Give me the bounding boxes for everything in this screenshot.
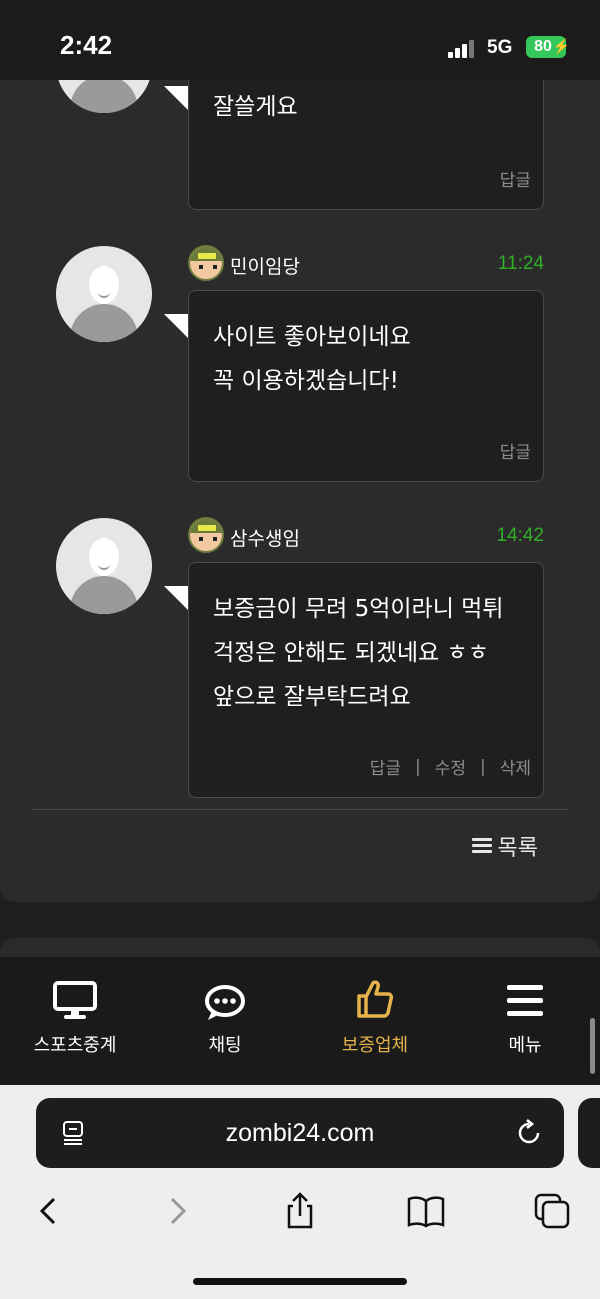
list-button-label: 목록 <box>497 836 538 861</box>
tabs-icon[interactable] <box>532 1191 572 1231</box>
browser-chrome: zombi24.com <box>0 1085 600 1299</box>
hamburger-menu-icon <box>507 985 543 1016</box>
url-text: zombi24.com <box>225 1119 375 1147</box>
address-bar[interactable]: zombi24.com <box>36 1098 564 1168</box>
back-icon[interactable] <box>30 1191 70 1231</box>
comment-line: 잘쓸게요 <box>213 94 298 120</box>
browser-toolbar <box>0 1185 600 1235</box>
monitor-icon <box>53 981 97 1019</box>
comments-panel: 잘쓸게요 답글 민이임당 11:24 사이트 좋아보이네요 꼭 이용하겠습니다!… <box>0 0 600 902</box>
home-indicator[interactable] <box>193 1278 407 1285</box>
next-tab-preview[interactable] <box>578 1098 600 1168</box>
reply-link[interactable]: 답글 <box>500 166 531 191</box>
comment-actions: 답글 <box>500 438 531 463</box>
nav-label: 보증업체 <box>341 1035 409 1056</box>
reload-icon[interactable] <box>514 1118 544 1148</box>
nav-menu[interactable]: 메뉴 <box>450 957 600 1085</box>
comment-line: 걱정은 안해도 되겠네요 ㅎㅎ <box>213 640 489 666</box>
bubble-tail <box>164 586 188 610</box>
signal-icon <box>448 38 478 58</box>
comment-actions: 답글 | 수정 | 삭제 <box>370 754 531 780</box>
thumbs-up-icon <box>357 980 394 1018</box>
chat-bubble-icon <box>205 985 245 1020</box>
bubble-tail <box>164 86 188 110</box>
list-icon <box>471 838 492 854</box>
reply-link[interactable]: 답글 <box>370 754 401 779</box>
forward-icon[interactable] <box>156 1191 196 1231</box>
network-label: 5G <box>487 37 513 58</box>
comment-text: 사이트 좋아보이네요 꼭 이용하겠습니다! <box>213 315 529 403</box>
nav-label: 메뉴 <box>508 1035 542 1056</box>
comment-line: 꼭 이용하겠습니다! <box>213 368 399 394</box>
nav-guaranteed-sites[interactable]: 보증업체 <box>300 957 450 1085</box>
bookmarks-icon[interactable] <box>406 1191 446 1231</box>
status-time: 2:42 <box>60 30 113 60</box>
comment-time: 11:24 <box>497 253 544 274</box>
divider <box>32 809 568 810</box>
bubble-tail <box>164 314 188 338</box>
bottom-nav: 스포츠중계 채팅 보증업체 메뉴 <box>0 957 600 1085</box>
nav-chat[interactable]: 채팅 <box>150 957 300 1085</box>
action-separator: | <box>479 756 486 777</box>
comment-line: 앞으로 잘부탁드려요 <box>213 684 411 710</box>
status-bar: 2:42 5G 80 ⚡ <box>0 0 600 80</box>
comment-author[interactable]: 민이임당 <box>230 252 300 279</box>
comment-line: 사이트 좋아보이네요 <box>213 324 411 350</box>
share-icon[interactable] <box>280 1191 320 1231</box>
comment-time: 14:42 <box>496 525 544 546</box>
soldier-level-icon <box>188 517 224 553</box>
delete-link[interactable]: 삭제 <box>500 754 531 779</box>
comment-actions: 답글 <box>500 166 531 191</box>
comment-bubble: 보증금이 무려 5억이라니 먹튀 걱정은 안해도 되겠네요 ㅎㅎ 앞으로 잘부탁… <box>188 562 544 798</box>
reply-link[interactable]: 답글 <box>500 438 531 463</box>
comment-text: 잘쓸게요 <box>213 85 529 129</box>
action-separator: | <box>414 756 421 777</box>
comment-author[interactable]: 삼수생임 <box>230 524 300 551</box>
soldier-level-icon <box>188 245 224 281</box>
nav-label: 채팅 <box>208 1035 242 1056</box>
avatar <box>56 246 152 342</box>
battery-icon: 80 ⚡ <box>526 36 570 58</box>
comment-text: 보증금이 무려 5억이라니 먹튀 걱정은 안해도 되겠네요 ㅎㅎ 앞으로 잘부탁… <box>213 587 529 719</box>
scrollbar[interactable] <box>590 1018 595 1074</box>
comment-line: 보증금이 무려 5억이라니 먹튀 <box>213 596 504 622</box>
edit-link[interactable]: 수정 <box>435 754 466 779</box>
comment-bubble: 사이트 좋아보이네요 꼭 이용하겠습니다! 답글 <box>188 290 544 482</box>
battery-level: 80 <box>534 38 552 55</box>
nav-sports-broadcast[interactable]: 스포츠중계 <box>0 957 150 1085</box>
list-button[interactable]: 목록 <box>471 830 538 862</box>
avatar <box>56 518 152 614</box>
nav-label: 스포츠중계 <box>33 1035 117 1056</box>
